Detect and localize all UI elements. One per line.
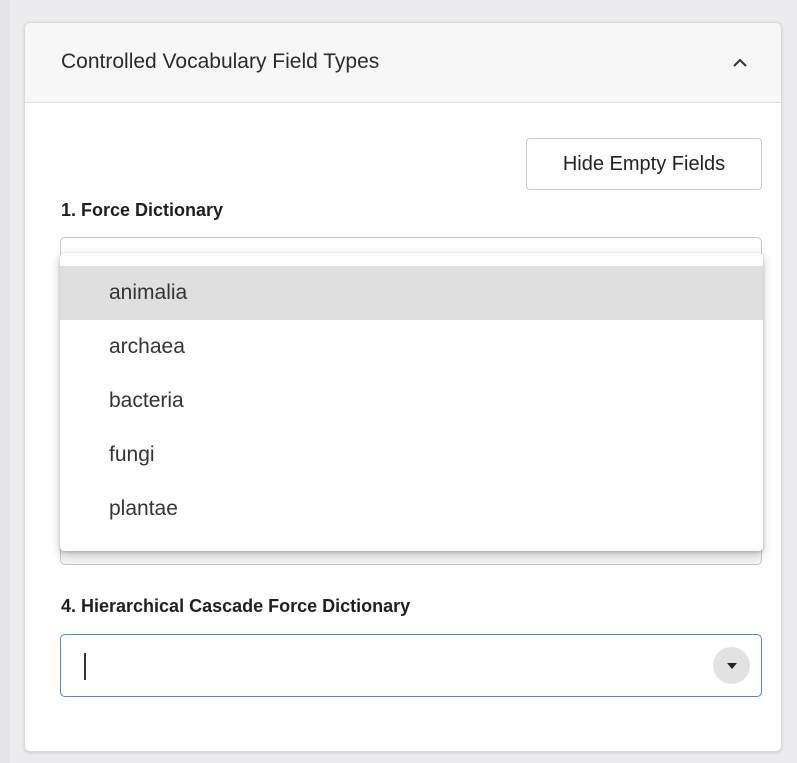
force-dictionary-label: 1. Force Dictionary xyxy=(61,200,224,220)
card-header[interactable]: Controlled Vocabulary Field Types xyxy=(25,23,781,103)
chevron-up-icon xyxy=(733,58,747,67)
dropdown-option[interactable]: plantae xyxy=(60,482,763,536)
dropdown-option[interactable]: animalia xyxy=(60,266,763,320)
text-cursor xyxy=(84,653,86,680)
card-title: Controlled Vocabulary Field Types xyxy=(61,50,380,73)
dropdown-toggle-button[interactable] xyxy=(713,647,750,684)
dropdown-option[interactable]: bacteria xyxy=(60,374,763,428)
caret-down-icon xyxy=(726,662,737,669)
hierarchical-cascade-label: 4. Hierarchical Cascade Force Dictionary xyxy=(61,596,411,616)
page-left-edge xyxy=(0,0,10,763)
hierarchical-cascade-input[interactable] xyxy=(60,634,762,697)
hide-empty-fields-button[interactable]: Hide Empty Fields xyxy=(526,138,762,190)
force-dictionary-dropdown-menu: animalia archaea bacteria fungi plantae xyxy=(60,253,763,551)
field-types-card: Controlled Vocabulary Field Types Hide E… xyxy=(24,22,782,752)
dropdown-option[interactable]: archaea xyxy=(60,320,763,374)
dropdown-option[interactable]: fungi xyxy=(60,428,763,482)
collapse-button[interactable] xyxy=(725,48,755,78)
